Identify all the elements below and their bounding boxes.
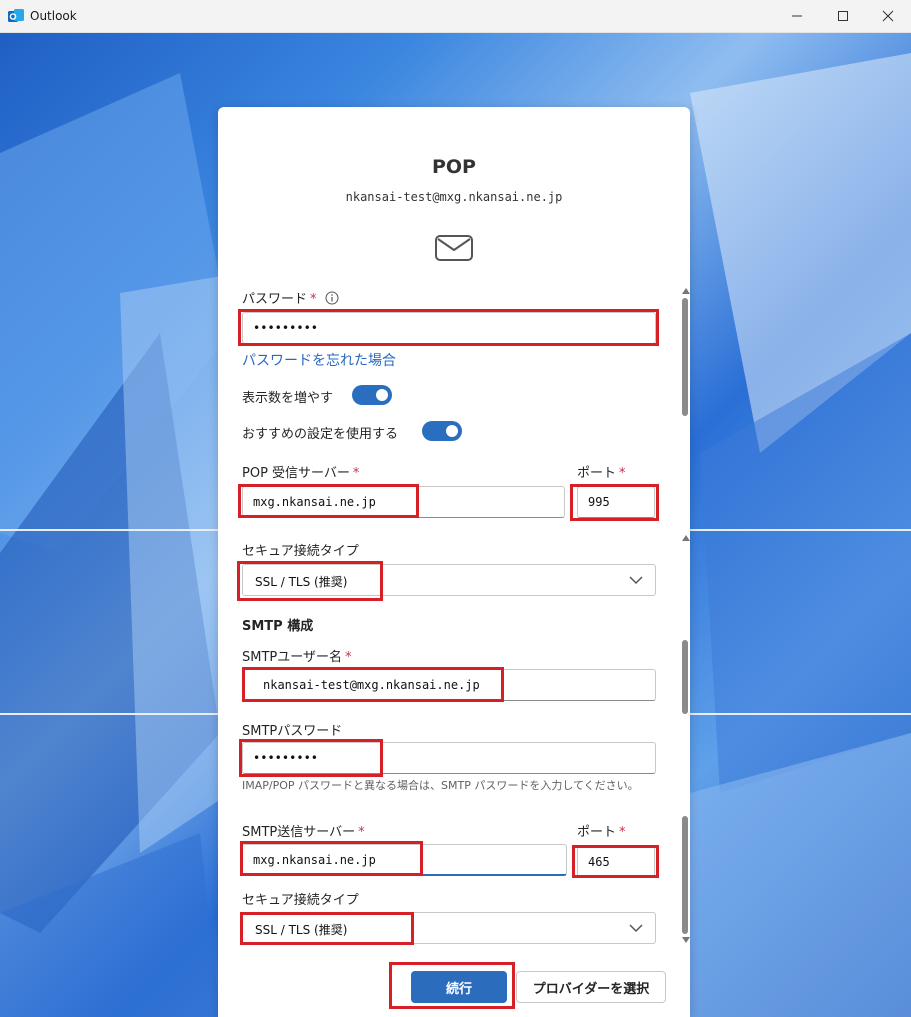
smtp-user-input[interactable]: nkansai-test@mxg.nkansai.ne.jp [242, 669, 656, 701]
scroll-down-icon[interactable] [682, 937, 690, 943]
minimize-button[interactable] [774, 0, 820, 32]
chevron-down-icon [629, 576, 643, 585]
scroll-up-icon[interactable] [682, 535, 690, 541]
smtp-user-value: nkansai-test@mxg.nkansai.ne.jp [263, 678, 480, 692]
smtp-password-hint: IMAP/POP パスワードと異なる場合は、SMTP パスワードを入力してくださ… [242, 779, 639, 792]
scrollbar-thumb[interactable] [682, 640, 688, 714]
toggle-knob [446, 425, 458, 437]
required-mark: * [619, 825, 626, 840]
pop-server-label: POP 受信サーバー * [242, 466, 360, 481]
smtp-password-value: ••••••••• [253, 751, 319, 765]
mail-icon [435, 235, 473, 261]
close-icon [882, 10, 894, 22]
continue-button[interactable]: 続行 [411, 971, 507, 1003]
use-recommended-toggle[interactable] [422, 421, 462, 441]
smtp-port-input[interactable]: 465 [577, 846, 655, 878]
smtp-port-label: ポート * [577, 825, 626, 840]
close-button[interactable] [865, 0, 911, 32]
outlook-app-icon [8, 9, 24, 22]
smtp-security-select[interactable]: SSL / TLS (推奨) [242, 912, 656, 944]
account-email: nkansai-test@mxg.nkansai.ne.jp [345, 190, 563, 204]
chevron-down-icon [629, 924, 643, 933]
dialog-title: POP [431, 156, 476, 178]
smtp-security-value: SSL / TLS (推奨) [255, 923, 348, 937]
password-value: ••••••••• [253, 321, 319, 335]
info-icon[interactable] [325, 291, 339, 305]
smtp-server-input[interactable]: mxg.nkansai.ne.jp [242, 844, 567, 876]
required-mark: * [310, 292, 317, 307]
use-recommended-label: おすすめの設定を使用する [242, 427, 399, 442]
required-mark: * [619, 466, 626, 481]
scrollbar-thumb[interactable] [682, 298, 688, 416]
pop-security-label: セキュア接続タイプ [242, 544, 359, 559]
pop-security-value: SSL / TLS (推奨) [255, 575, 348, 589]
show-more-toggle[interactable] [352, 385, 392, 405]
show-more-label: 表示数を増やす [242, 391, 334, 406]
scroll-up-icon[interactable] [682, 288, 690, 294]
smtp-server-label: SMTP送信サーバー * [242, 825, 365, 840]
smtp-server-value: mxg.nkansai.ne.jp [253, 853, 376, 867]
password-input[interactable]: ••••••••• [242, 312, 656, 344]
required-mark: * [358, 825, 365, 840]
pop-port-label: ポート * [577, 466, 626, 481]
pop-port-input[interactable]: 995 [577, 486, 655, 518]
required-mark: * [352, 466, 360, 481]
required-mark: * [345, 650, 352, 665]
minimize-icon [792, 15, 802, 17]
maximize-icon [838, 11, 848, 21]
pop-server-input[interactable]: mxg.nkansai.ne.jp [242, 486, 565, 518]
window-title: Outlook [30, 9, 77, 23]
smtp-security-label: セキュア接続タイプ [242, 893, 359, 908]
forgot-password-link[interactable]: パスワードを忘れた場合 [242, 350, 396, 370]
smtp-user-label: SMTPユーザー名 * [242, 650, 352, 665]
select-provider-button[interactable]: プロバイダーを選択 [516, 971, 666, 1003]
pop-server-value: mxg.nkansai.ne.jp [253, 495, 376, 509]
pop-port-value: 995 [588, 495, 610, 509]
password-label: パスワード * [242, 288, 339, 307]
smtp-port-value: 465 [588, 855, 610, 869]
toggle-knob [376, 389, 388, 401]
maximize-button[interactable] [820, 0, 866, 32]
smtp-password-input[interactable]: ••••••••• [242, 742, 656, 774]
window-titlebar: Outlook [0, 0, 911, 33]
smtp-section-title: SMTP 構成 [242, 619, 314, 634]
smtp-password-label: SMTPパスワード [242, 724, 343, 739]
pop-security-select[interactable]: SSL / TLS (推奨) [242, 564, 656, 596]
scrollbar-thumb[interactable] [682, 816, 688, 934]
